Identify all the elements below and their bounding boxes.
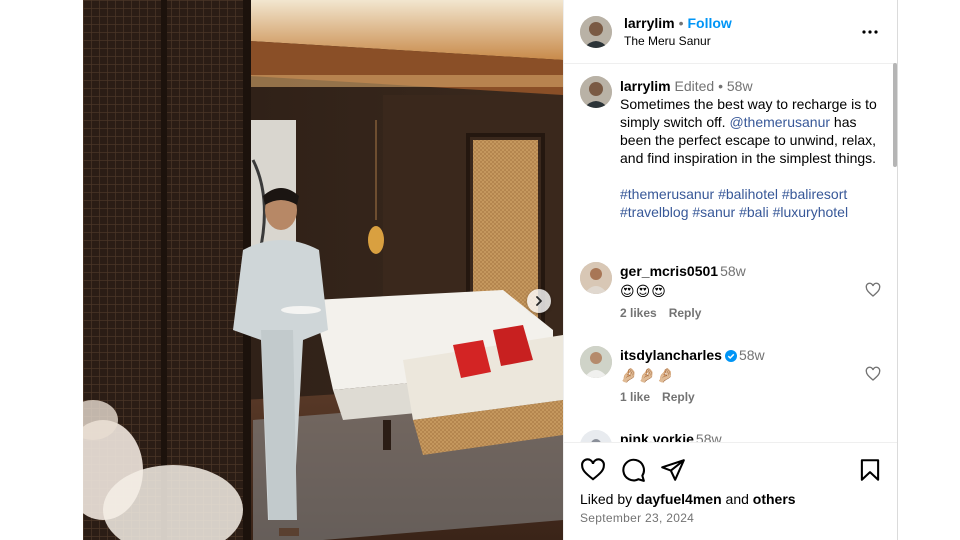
reply-button[interactable]: Reply <box>669 306 702 320</box>
comment-actions: 1 like Reply <box>620 390 707 404</box>
commenter-username[interactable]: ger_mcris0501 <box>620 263 718 279</box>
hashtag-link[interactable]: #luxuryhotel <box>773 204 849 220</box>
liked-and: and <box>725 491 749 507</box>
hotel-room-photo <box>83 0 563 540</box>
comment-body: pink.yorkie 58w <box>620 430 860 442</box>
comment-time[interactable]: 58w <box>739 347 765 363</box>
hashtag-link[interactable]: #travelblog <box>620 204 689 220</box>
comment-button[interactable] <box>620 457 646 483</box>
comment-actions: 2 likes Reply <box>620 306 713 320</box>
save-button[interactable] <box>857 457 883 483</box>
comment-item: ger_mcris0501 58w 😍😍😍 2 likes Reply <box>564 262 897 332</box>
comment-body: ger_mcris0501 58w 😍😍😍 <box>620 262 860 300</box>
hashtag-link[interactable]: #themerusanur <box>620 186 714 202</box>
liked-others-link[interactable]: others <box>753 491 796 507</box>
instagram-post-modal: larrylim • Follow The Meru Sanur larrylim … <box>0 0 960 540</box>
separator-dot: • <box>718 78 723 94</box>
chevron-right-icon <box>536 296 542 306</box>
reply-button[interactable]: Reply <box>662 390 695 404</box>
caption-author-avatar[interactable] <box>580 76 612 108</box>
heart-icon <box>865 282 881 297</box>
comment-time[interactable]: 58w <box>720 263 746 279</box>
hashtag-link[interactable]: #sanur <box>692 204 735 220</box>
comment-text: 😍😍😍 <box>620 283 667 299</box>
author-username[interactable]: larrylim <box>624 15 675 31</box>
next-photo-button[interactable] <box>527 289 551 313</box>
comments-scroll-area[interactable]: larrylim Edited • 58w Sometimes the best… <box>564 65 897 442</box>
caption-time[interactable]: 58w <box>727 78 753 94</box>
comment-bubble-icon <box>622 458 645 482</box>
more-horizontal-icon <box>862 30 878 34</box>
hashtag-link[interactable]: #balihotel <box>718 186 778 202</box>
comment-likes[interactable]: 2 likes <box>620 306 657 320</box>
verified-badge-icon <box>724 350 737 362</box>
post-photo <box>83 0 563 540</box>
heart-icon <box>865 366 881 381</box>
like-comment-button[interactable] <box>865 282 881 298</box>
comment-item: pink.yorkie 58w <box>564 430 897 442</box>
follow-button[interactable]: Follow <box>688 15 732 31</box>
comment-time[interactable]: 58w <box>696 431 722 442</box>
hashtag-link[interactable]: #baliresort <box>782 186 847 202</box>
comments-scrollbar[interactable] <box>893 63 897 167</box>
mention-link[interactable]: @themerusanur <box>729 114 830 130</box>
commenter-avatar[interactable] <box>580 346 612 378</box>
post-footer: Liked by dayfuel4men and others Septembe… <box>564 442 897 540</box>
liked-by-text: Liked by dayfuel4men and others <box>580 491 796 507</box>
commenter-username[interactable]: pink.yorkie <box>620 431 694 442</box>
commenter-username[interactable]: itsdylancharles <box>620 347 722 363</box>
more-options-button[interactable] <box>861 23 879 41</box>
post-header: larrylim • Follow The Meru Sanur <box>564 0 897 64</box>
share-button[interactable] <box>660 457 686 483</box>
caption-text: Sometimes the best way to recharge is to… <box>620 95 890 167</box>
bookmark-icon <box>860 459 880 481</box>
commenter-avatar[interactable] <box>580 430 612 442</box>
action-bar <box>580 457 883 485</box>
liked-user-link[interactable]: dayfuel4men <box>636 491 722 507</box>
paper-plane-icon <box>661 459 685 481</box>
hashtag-list: #themerusanur #balihotel #baliresort #tr… <box>620 185 890 221</box>
author-avatar[interactable] <box>580 16 612 48</box>
caption-author-username[interactable]: larrylim <box>620 78 671 94</box>
edited-label: Edited <box>674 78 715 94</box>
post-location[interactable]: The Meru Sanur <box>624 34 711 48</box>
post-caption: larrylim Edited • 58w Sometimes the best… <box>620 77 890 221</box>
heart-icon <box>581 458 605 481</box>
hashtag-link[interactable]: #bali <box>739 204 769 220</box>
comment-likes[interactable]: 1 like <box>620 390 650 404</box>
like-button[interactable] <box>580 457 606 483</box>
separator-dot: • <box>678 15 684 31</box>
comment-text: 🤌🏼🤌🏼🤌🏼 <box>620 367 676 383</box>
post-details-panel: larrylim • Follow The Meru Sanur larrylim … <box>563 0 898 540</box>
header-line: larrylim • Follow <box>624 15 732 31</box>
like-comment-button[interactable] <box>865 366 881 382</box>
post-date[interactable]: September 23, 2024 <box>580 511 694 525</box>
liked-prefix: Liked by <box>580 491 633 507</box>
comment-body: itsdylancharles 58w 🤌🏼🤌🏼🤌🏼 <box>620 346 860 384</box>
comment-item: itsdylancharles 58w 🤌🏼🤌🏼🤌🏼 1 like Reply <box>564 346 897 416</box>
commenter-avatar[interactable] <box>580 262 612 294</box>
